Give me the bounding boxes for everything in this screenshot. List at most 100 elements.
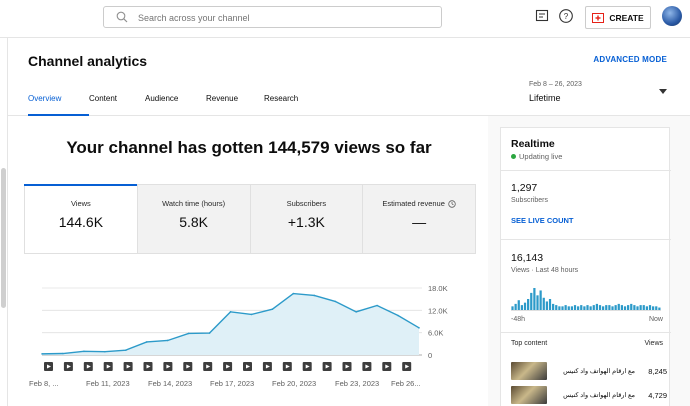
metric-value: 5.8K bbox=[179, 214, 209, 230]
date-period[interactable]: Lifetime bbox=[529, 93, 561, 103]
realtime-bar bbox=[520, 305, 523, 310]
realtime-views-label: Views · Last 48 hours bbox=[511, 267, 579, 274]
realtime-bar bbox=[561, 306, 564, 310]
video-marker-icon[interactable] bbox=[63, 362, 73, 371]
realtime-bar bbox=[533, 288, 536, 310]
tab-revenue[interactable]: Revenue bbox=[206, 94, 264, 116]
data-point bbox=[124, 349, 127, 351]
video-thumbnail[interactable] bbox=[511, 386, 547, 404]
metric-value: 144.6K bbox=[58, 214, 104, 230]
see-live-count-link[interactable]: SEE LIVE COUNT bbox=[511, 216, 574, 225]
realtime-bar bbox=[583, 306, 586, 310]
overview-card: Your channel has gotten 144,579 views so… bbox=[8, 116, 488, 406]
data-point bbox=[334, 300, 337, 303]
video-title[interactable]: مع ارقام الهواتف واد كنيس bbox=[555, 391, 635, 399]
realtime-bar bbox=[527, 299, 530, 310]
video-marker-icon[interactable] bbox=[83, 362, 93, 371]
metric-revenue[interactable]: Estimated revenue — bbox=[362, 185, 475, 253]
realtime-subscribers-label: Subscribers bbox=[511, 197, 548, 204]
realtime-axis-start: -48h bbox=[511, 316, 526, 323]
x-tick-label: Feb 11, 2023 bbox=[86, 379, 130, 388]
metric-views[interactable]: Views 144.6K bbox=[24, 184, 137, 253]
tab-research[interactable]: Research bbox=[264, 94, 314, 116]
x-tick-label: Feb 17, 2023 bbox=[210, 379, 254, 388]
video-marker-icon[interactable] bbox=[183, 362, 193, 371]
data-point bbox=[208, 332, 211, 334]
x-tick-label: Feb 26... bbox=[391, 379, 421, 388]
video-marker-icon[interactable] bbox=[262, 362, 272, 371]
y-tick-label: 18.0K bbox=[428, 284, 448, 293]
video-marker-icon[interactable] bbox=[282, 362, 292, 371]
video-title[interactable]: مع ارقام الهواتف واد كنيس bbox=[555, 367, 635, 375]
video-marker-icon[interactable] bbox=[322, 362, 332, 371]
data-point bbox=[397, 314, 399, 317]
advanced-mode-link[interactable]: ADVANCED MODE bbox=[593, 55, 667, 64]
y-tick-label: 0 bbox=[428, 351, 432, 360]
realtime-bar bbox=[633, 305, 636, 310]
search-input[interactable] bbox=[138, 10, 428, 26]
video-marker-icon[interactable] bbox=[302, 362, 312, 371]
search-box[interactable] bbox=[103, 6, 442, 28]
metric-subscribers[interactable]: Subscribers +1.3K bbox=[249, 185, 363, 253]
realtime-subscribers-value: 1,297 bbox=[511, 182, 538, 194]
date-range[interactable]: Feb 8 – 26, 2023 bbox=[529, 81, 582, 88]
realtime-status-text: Updating live bbox=[519, 152, 563, 161]
clock-icon bbox=[448, 199, 456, 208]
data-point bbox=[229, 311, 232, 313]
video-marker-icon[interactable] bbox=[44, 362, 53, 371]
video-marker-icon[interactable] bbox=[342, 362, 352, 371]
video-marker-icon[interactable] bbox=[163, 362, 173, 371]
help-icon[interactable]: ? bbox=[558, 8, 574, 24]
top-content-row[interactable]: مع ارقام الهواتف واد كنيس 4,729 bbox=[511, 386, 667, 404]
realtime-bar bbox=[658, 307, 661, 310]
create-button[interactable]: CREATE bbox=[585, 6, 651, 29]
video-marker-icon[interactable] bbox=[402, 362, 412, 371]
realtime-bar bbox=[639, 305, 642, 310]
realtime-bar bbox=[580, 305, 583, 310]
metric-watch-time[interactable]: Watch time (hours) 5.8K bbox=[136, 185, 250, 253]
views-area bbox=[42, 293, 419, 355]
data-point bbox=[271, 308, 274, 311]
realtime-bar bbox=[567, 306, 570, 310]
realtime-bar bbox=[548, 299, 552, 310]
video-marker-icon[interactable] bbox=[203, 362, 213, 371]
views-column-header: Views bbox=[644, 340, 663, 347]
video-marker-icon[interactable] bbox=[103, 362, 113, 371]
create-video-icon bbox=[592, 12, 605, 23]
video-marker-icon[interactable] bbox=[382, 362, 392, 371]
realtime-bar bbox=[530, 292, 533, 310]
y-tick-label: 6.0K bbox=[428, 329, 443, 338]
x-tick-label: Feb 20, 2023 bbox=[272, 379, 316, 388]
realtime-bar bbox=[642, 305, 645, 310]
scrollbar[interactable] bbox=[1, 168, 6, 308]
realtime-bar bbox=[630, 303, 633, 310]
video-marker-icon[interactable] bbox=[123, 362, 133, 371]
create-label: CREATE bbox=[609, 12, 644, 23]
feedback-icon[interactable] bbox=[534, 8, 550, 24]
video-marker-icon[interactable] bbox=[143, 362, 153, 371]
chevron-down-icon[interactable] bbox=[659, 89, 667, 94]
data-point bbox=[250, 313, 253, 316]
top-content-row[interactable]: مع ارقام الهواتف واد كنيس 8,245 bbox=[511, 362, 667, 380]
realtime-bar bbox=[645, 306, 648, 310]
tab-content[interactable]: Content bbox=[89, 94, 145, 116]
realtime-bar bbox=[523, 302, 527, 310]
video-marker-icon[interactable] bbox=[243, 362, 252, 371]
y-tick-label: 12.0K bbox=[428, 306, 448, 315]
video-marker-icon[interactable] bbox=[223, 362, 233, 371]
realtime-bar bbox=[564, 305, 567, 310]
data-point bbox=[145, 341, 148, 343]
video-thumbnail[interactable] bbox=[511, 362, 547, 380]
video-marker-icon[interactable] bbox=[362, 362, 372, 371]
realtime-bar bbox=[555, 305, 558, 310]
avatar[interactable] bbox=[662, 6, 682, 26]
metric-label: Views bbox=[70, 199, 91, 208]
realtime-axis-end: Now bbox=[648, 316, 663, 323]
realtime-bar bbox=[617, 303, 620, 310]
tab-overview[interactable]: Overview bbox=[28, 94, 89, 116]
realtime-bar bbox=[536, 295, 539, 310]
data-point bbox=[376, 304, 378, 307]
realtime-bar bbox=[586, 305, 589, 310]
tab-audience[interactable]: Audience bbox=[145, 94, 206, 116]
x-tick-label: Feb 14, 2023 bbox=[148, 379, 192, 388]
